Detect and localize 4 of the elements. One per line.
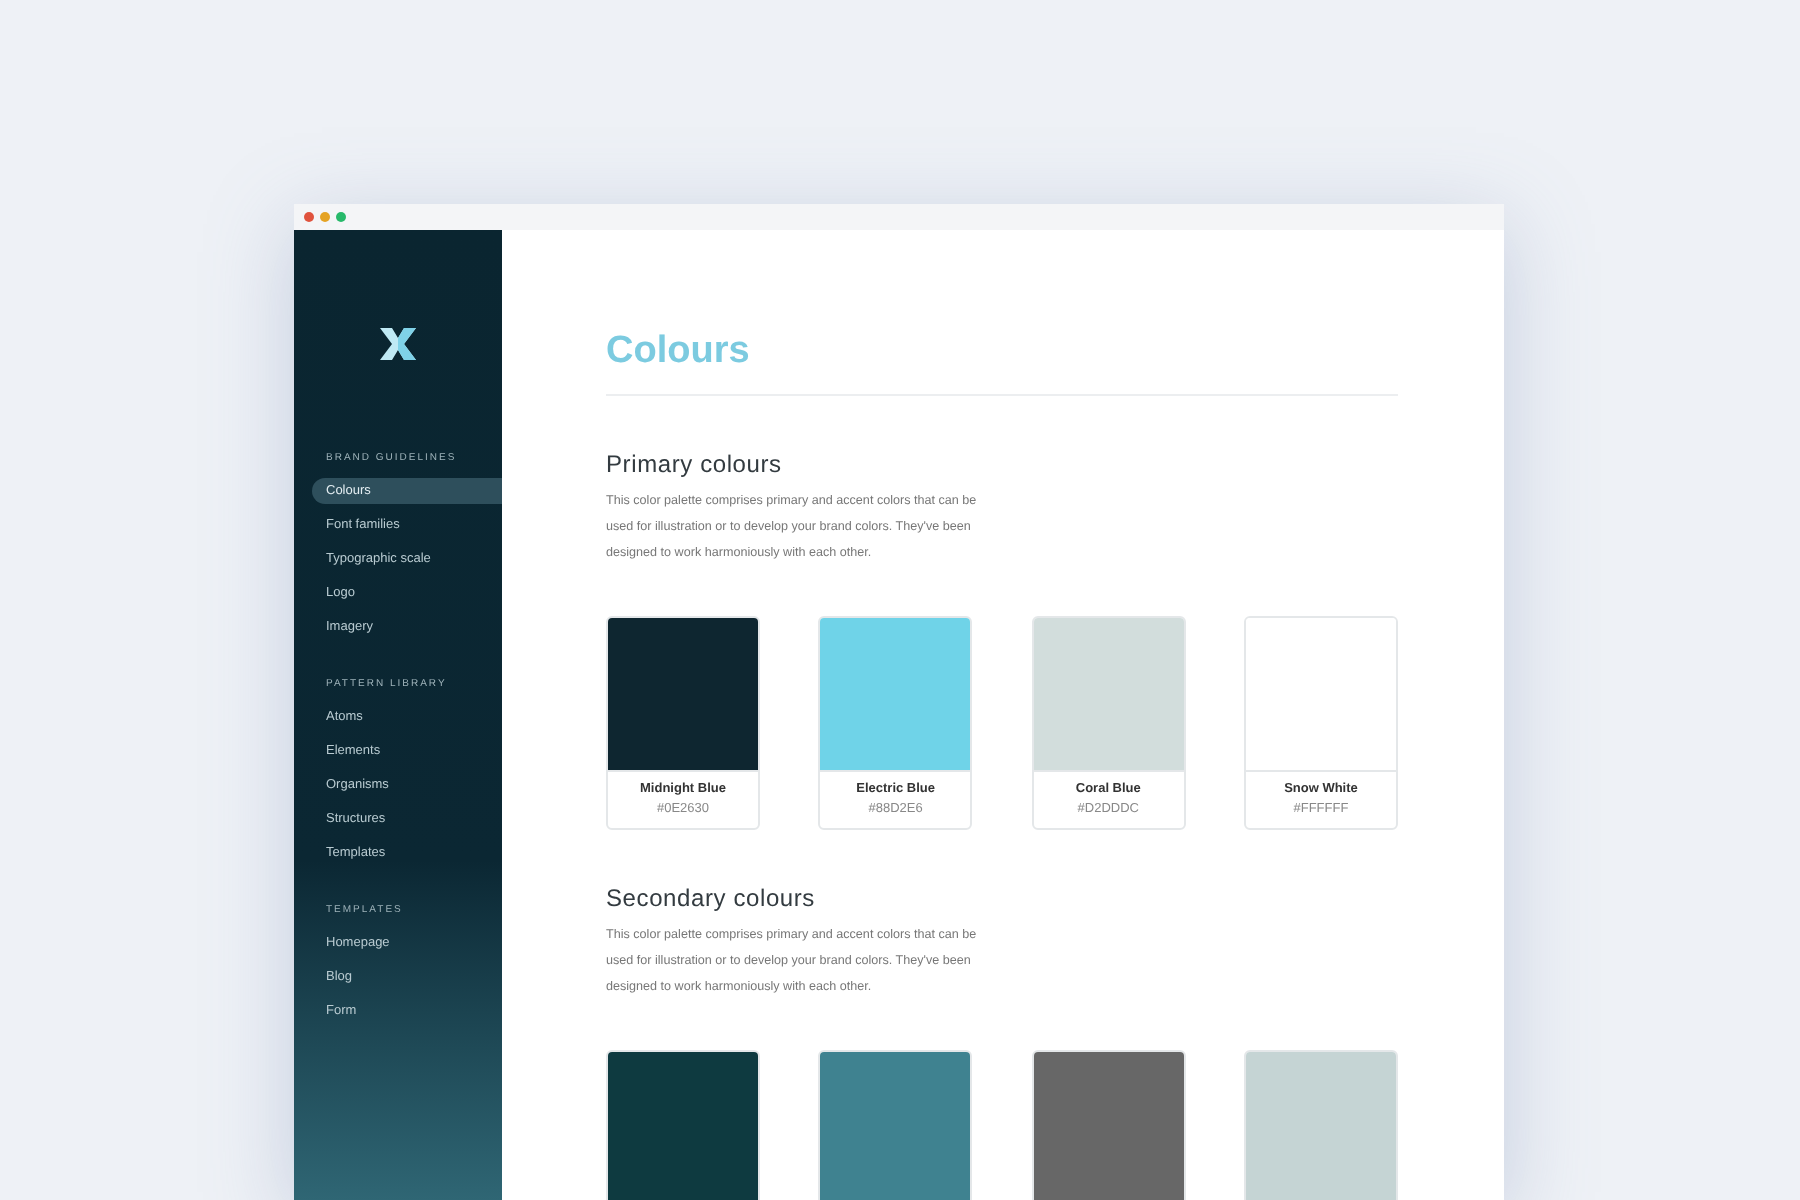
page-title: Colours: [606, 328, 752, 376]
section-title: Secondary colours: [606, 884, 817, 912]
x-logo-icon: [380, 328, 416, 360]
section-title: Primary colours: [606, 450, 784, 478]
